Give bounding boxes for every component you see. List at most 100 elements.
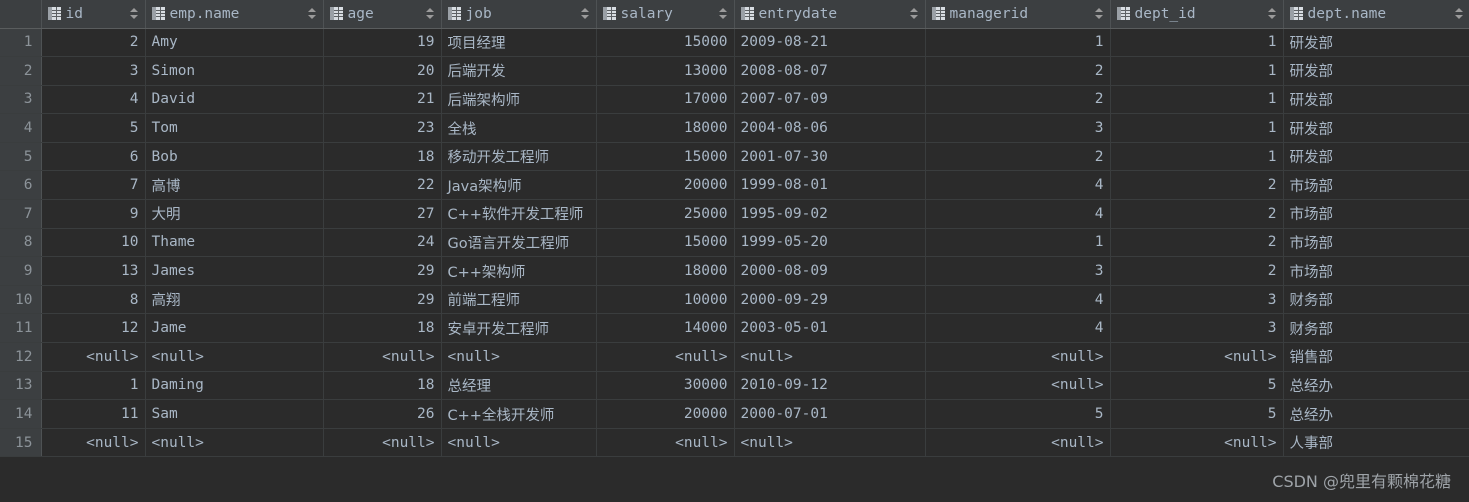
cell-dept-name[interactable]: 财务部 [1283, 285, 1469, 315]
row-number-cell[interactable]: 4 [0, 113, 42, 143]
row-number-cell[interactable]: 5 [0, 142, 42, 172]
table-row[interactable]: 15 <null> <null> <null> <null> <null> <null> <n… [0, 428, 1469, 458]
cell-salary[interactable]: 10000 [596, 285, 735, 315]
cell-age[interactable]: 21 [323, 85, 442, 115]
cell-dept-id[interactable]: 2 [1110, 170, 1284, 201]
cell-dept-name[interactable]: 研发部 [1283, 28, 1469, 58]
table-row[interactable]: 3 4 David 21 后端架构师 17000 2007-07-09 2 1 研发部 [0, 85, 1469, 115]
cell-salary[interactable]: 13000 [596, 56, 735, 86]
cell-age[interactable]: 22 [323, 170, 442, 201]
cell-emp-name[interactable]: <null> [145, 342, 324, 372]
cell-dept-id[interactable]: 5 [1110, 399, 1284, 429]
cell-job[interactable]: 项目经理 [441, 28, 597, 58]
cell-entrydate[interactable]: 2008-08-07 [734, 56, 926, 86]
cell-job[interactable]: Go语言开发工程师 [441, 228, 597, 258]
cell-dept-id[interactable]: 1 [1110, 113, 1284, 143]
cell-salary[interactable]: 15000 [596, 228, 735, 258]
cell-managerid[interactable]: 4 [925, 170, 1111, 201]
sort-arrows-icon[interactable] [425, 7, 435, 20]
row-number-cell[interactable]: 3 [0, 85, 42, 115]
cell-entrydate[interactable]: 1999-05-20 [734, 228, 926, 258]
cell-dept-name[interactable]: 市场部 [1283, 228, 1469, 258]
cell-dept-name[interactable]: 研发部 [1283, 142, 1469, 172]
cell-age[interactable]: 18 [323, 371, 442, 401]
cell-id[interactable]: 9 [41, 199, 146, 229]
cell-salary[interactable]: 20000 [596, 170, 735, 201]
cell-emp-name[interactable]: Jame [145, 313, 324, 344]
cell-id[interactable]: 13 [41, 256, 146, 286]
table-row[interactable]: 11 12 Jame 18 安卓开发工程师 14000 2003-05-01 4 3 财务部 [0, 313, 1469, 344]
cell-job[interactable]: 全栈 [441, 113, 597, 143]
cell-managerid[interactable]: 2 [925, 56, 1111, 86]
cell-id[interactable]: 4 [41, 85, 146, 115]
cell-job[interactable]: 移动开发工程师 [441, 142, 597, 172]
cell-dept-name[interactable]: 销售部 [1283, 342, 1469, 372]
cell-job[interactable]: 前端工程师 [441, 285, 597, 315]
table-row[interactable]: 10 8 高翔 29 前端工程师 10000 2000-09-29 4 3 财务部 [0, 285, 1469, 315]
sort-arrows-icon[interactable] [580, 7, 590, 20]
cell-emp-name[interactable]: David [145, 85, 324, 115]
sort-arrows-icon[interactable] [909, 7, 919, 20]
cell-job[interactable]: <null> [441, 428, 597, 458]
cell-dept-id[interactable]: 3 [1110, 285, 1284, 315]
cell-emp-name[interactable]: <null> [145, 428, 324, 458]
column-header-salary[interactable]: salary [596, 0, 735, 29]
cell-entrydate[interactable]: <null> [734, 342, 926, 372]
cell-entrydate[interactable]: 1999-08-01 [734, 170, 926, 201]
cell-salary[interactable]: 25000 [596, 199, 735, 229]
table-row[interactable]: 13 1 Daming 18 总经理 30000 2010-09-12 <null> 5 总经办 [0, 371, 1469, 401]
cell-dept-id[interactable]: 2 [1110, 199, 1284, 229]
cell-entrydate[interactable]: 2007-07-09 [734, 85, 926, 115]
row-number-header[interactable] [0, 0, 42, 29]
table-row[interactable]: 4 5 Tom 23 全栈 18000 2004-08-06 3 1 研发部 [0, 113, 1469, 143]
cell-dept-id[interactable]: 1 [1110, 28, 1284, 58]
cell-salary[interactable]: 14000 [596, 313, 735, 344]
column-header-job[interactable]: job [441, 0, 597, 29]
cell-age[interactable]: 24 [323, 228, 442, 258]
table-row[interactable]: 5 6 Bob 18 移动开发工程师 15000 2001-07-30 2 1 研发部 [0, 142, 1469, 172]
cell-job[interactable]: <null> [441, 342, 597, 372]
cell-managerid[interactable]: <null> [925, 428, 1111, 458]
cell-managerid[interactable]: 3 [925, 256, 1111, 286]
cell-id[interactable]: <null> [41, 428, 146, 458]
cell-dept-id[interactable]: <null> [1110, 428, 1284, 458]
cell-id[interactable]: 10 [41, 228, 146, 258]
row-number-cell[interactable]: 9 [0, 256, 42, 286]
cell-dept-name[interactable]: 总经办 [1283, 371, 1469, 401]
column-header-entrydate[interactable]: entrydate [734, 0, 926, 29]
row-number-cell[interactable]: 15 [0, 428, 42, 458]
cell-emp-name[interactable]: Bob [145, 142, 324, 172]
cell-job[interactable]: 安卓开发工程师 [441, 313, 597, 344]
cell-salary[interactable]: 18000 [596, 113, 735, 143]
cell-dept-name[interactable]: 市场部 [1283, 256, 1469, 286]
cell-salary[interactable]: 18000 [596, 256, 735, 286]
table-row[interactable]: 14 11 Sam 26 C++全栈开发师 20000 2000-07-01 5 5 总经办 [0, 399, 1469, 429]
row-number-cell[interactable]: 8 [0, 228, 42, 258]
row-number-cell[interactable]: 1 [0, 28, 42, 58]
cell-job[interactable]: C++软件开发工程师 [441, 199, 597, 229]
cell-dept-name[interactable]: 总经办 [1283, 399, 1469, 429]
sort-arrows-icon[interactable] [1094, 7, 1104, 20]
sort-arrows-icon[interactable] [1267, 7, 1277, 20]
cell-age[interactable]: 23 [323, 113, 442, 143]
sort-arrows-icon[interactable] [1454, 7, 1464, 20]
cell-age[interactable]: 18 [323, 142, 442, 172]
cell-dept-id[interactable]: 1 [1110, 85, 1284, 115]
cell-id[interactable]: 8 [41, 285, 146, 315]
cell-job[interactable]: 后端开发 [441, 56, 597, 86]
column-header-dept-id[interactable]: dept_id [1110, 0, 1284, 29]
cell-entrydate[interactable]: 2009-08-21 [734, 28, 926, 58]
cell-managerid[interactable]: 4 [925, 313, 1111, 344]
row-number-cell[interactable]: 11 [0, 313, 42, 344]
cell-managerid[interactable]: <null> [925, 371, 1111, 401]
cell-age[interactable]: <null> [323, 428, 442, 458]
cell-entrydate[interactable]: 2010-09-12 [734, 371, 926, 401]
cell-emp-name[interactable]: Daming [145, 371, 324, 401]
table-row[interactable]: 2 3 Simon 20 后端开发 13000 2008-08-07 2 1 研发部 [0, 56, 1469, 86]
query-result-grid[interactable]: id emp.name age job salary entrydate managerid… [0, 0, 1469, 502]
cell-managerid[interactable]: <null> [925, 342, 1111, 372]
column-header-managerid[interactable]: managerid [925, 0, 1111, 29]
cell-managerid[interactable]: 4 [925, 285, 1111, 315]
cell-id[interactable]: 12 [41, 313, 146, 344]
cell-dept-name[interactable]: 研发部 [1283, 113, 1469, 143]
